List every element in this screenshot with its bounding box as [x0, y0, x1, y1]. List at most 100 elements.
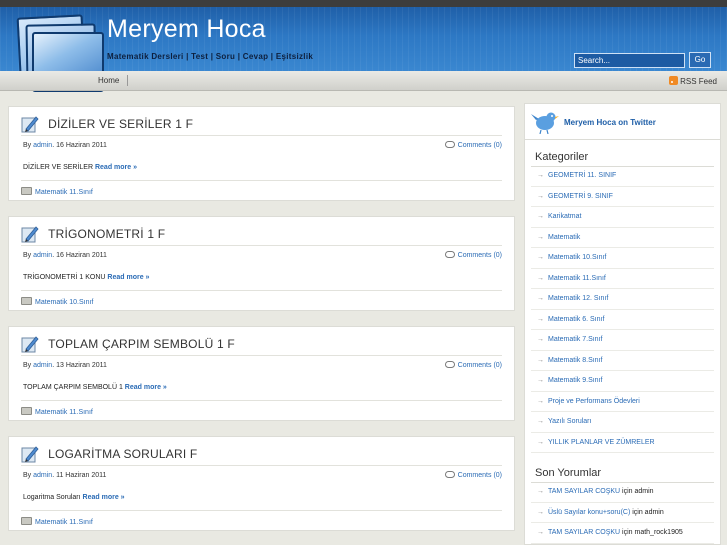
post-title[interactable]: TOPLAM ÇARPIM SEMBOLÜ 1 F	[48, 337, 235, 351]
pencil-icon	[21, 225, 39, 242]
category-item[interactable]: → Matematik 10.Sınıf	[531, 248, 714, 269]
post-category-link[interactable]: Matematik 11.Sınıf	[21, 187, 93, 196]
category-item[interactable]: → Yazılı Soruları	[531, 412, 714, 433]
post-title[interactable]: DİZİLER VE SERİLER 1 F	[48, 117, 193, 131]
category-link[interactable]: Proje ve Performans Ödevleri	[548, 398, 640, 405]
arrow-right-icon: →	[537, 488, 544, 495]
category-item[interactable]: → Matematik 6. Sınıf	[531, 310, 714, 330]
post-author-link[interactable]: admin	[33, 472, 52, 479]
comments-link[interactable]: Comments (0)	[444, 471, 502, 479]
folder-icon	[21, 297, 32, 305]
category-link[interactable]: Matematik	[548, 234, 580, 241]
category-link[interactable]: Matematik 7.Sınıf	[548, 336, 602, 343]
comments-link[interactable]: Comments (0)	[444, 361, 502, 369]
category-link[interactable]: Matematik 10.Sınıf	[548, 254, 606, 261]
post-date: 13 Haziran 2011	[56, 362, 107, 369]
category-link[interactable]: Matematik 9.Sınıf	[548, 377, 602, 384]
post-excerpt: TRİGONOMETRİ 1 KONU Read more »	[23, 274, 149, 281]
comment-bubble-icon	[444, 141, 455, 148]
post-author-link[interactable]: admin	[33, 252, 52, 259]
search-go-button[interactable]: Go	[689, 52, 711, 68]
rss-feed-link[interactable]: RSS Feed	[669, 76, 717, 87]
read-more-link[interactable]: Read more »	[125, 384, 167, 391]
post-meta: By admin. 16 Haziran 2011	[23, 252, 107, 259]
nav-home-link[interactable]: Home	[98, 75, 129, 86]
nav-bar: Home RSS Feed	[0, 71, 727, 91]
read-more-link[interactable]: Read more »	[107, 274, 149, 281]
pencil-icon	[21, 335, 39, 352]
twitter-link[interactable]: Meryem Hoca on Twitter	[564, 118, 656, 127]
category-item[interactable]: → Proje ve Performans Ödevleri	[531, 392, 714, 412]
comment-bubble-icon	[444, 471, 455, 478]
category-link[interactable]: Matematik 12. Sınıf	[548, 295, 608, 302]
post-author-link[interactable]: admin	[33, 142, 52, 149]
post-by: By	[23, 252, 32, 259]
top-strip	[0, 0, 727, 7]
pencil-icon	[21, 115, 39, 132]
post-category-link[interactable]: Matematik 11.Sınıf	[21, 517, 93, 526]
post-title[interactable]: TRİGONOMETRİ 1 F	[48, 227, 165, 241]
recent-comments-list: → TAM SAYILAR COŞKU için admin → Üslü Sayı…	[531, 482, 714, 544]
recent-comment-post-link[interactable]: TAM SAYILAR COŞKU	[548, 488, 620, 495]
post-title[interactable]: LOGARİTMA SORULARI F	[48, 447, 197, 461]
post-excerpt-text: Logaritma Soruları	[23, 494, 81, 501]
read-more-link[interactable]: Read more »	[83, 494, 125, 501]
category-link[interactable]: Matematik 6. Sınıf	[548, 316, 604, 323]
post-title-row: TOPLAM ÇARPIM SEMBOLÜ 1 F	[21, 333, 235, 353]
post-category-link[interactable]: Matematik 11.Sınıf	[21, 407, 93, 416]
category-link[interactable]: GEOMETRİ 9. SINIF	[548, 193, 613, 200]
post-date: 11 Haziran 2011	[56, 472, 107, 479]
recent-comment-text: için admin	[622, 488, 654, 495]
category-item[interactable]: → YILLIK PLANLAR VE ZÜMRELER	[531, 433, 714, 453]
divider	[21, 245, 502, 246]
category-item[interactable]: → Matematik	[531, 228, 714, 248]
post-category-label: Matematik 11.Sınıf	[35, 519, 93, 526]
comments-link[interactable]: Comments (0)	[444, 251, 502, 259]
arrow-right-icon: →	[537, 192, 544, 200]
category-item[interactable]: → GEOMETRİ 9. SINIF	[531, 187, 714, 207]
divider	[21, 180, 502, 181]
site-title[interactable]: Meryem Hoca	[107, 15, 266, 44]
category-item[interactable]: → Karikatmat	[531, 207, 714, 228]
category-item[interactable]: → Matematik 11.Sınıf	[531, 269, 714, 289]
post-excerpt: DİZİLER VE SERİLER Read more »	[23, 164, 137, 171]
post-meta: By admin. 11 Haziran 2011	[23, 472, 107, 479]
twitter-widget[interactable]: Meryem Hoca on Twitter	[525, 104, 720, 140]
arrow-right-icon: →	[537, 295, 544, 302]
pencil-icon	[21, 445, 39, 462]
rss-icon	[669, 76, 679, 85]
post-excerpt: TOPLAM ÇARPIM SEMBOLÜ 1 Read more »	[23, 384, 167, 391]
comments-link[interactable]: Comments (0)	[444, 141, 502, 149]
comment-bubble-icon	[444, 361, 455, 368]
sidebar: Meryem Hoca on Twitter Kategoriler → GEOM…	[524, 103, 721, 545]
categories-title: Kategoriler	[535, 151, 589, 163]
post-category-link[interactable]: Matematik 10.Sınıf	[21, 297, 93, 306]
comment-bubble-icon	[444, 251, 455, 258]
comments-label: Comments (0)	[457, 252, 502, 259]
post-excerpt-text: TOPLAM ÇARPIM SEMBOLÜ 1	[23, 384, 123, 391]
category-link[interactable]: Matematik 8.Sınıf	[548, 357, 602, 364]
recent-comment-post-link[interactable]: TAM SAYILAR COŞKU	[548, 529, 620, 536]
post-excerpt-text: DİZİLER VE SERİLER	[23, 164, 94, 171]
post-by: By	[23, 362, 32, 369]
post-author-link[interactable]: admin	[33, 362, 52, 369]
category-link[interactable]: Matematik 11.Sınıf	[548, 275, 606, 282]
recent-comment-post-link[interactable]: Üslü Sayılar konu+soru(C)	[548, 509, 630, 516]
category-item[interactable]: → Matematik 12. Sınıf	[531, 289, 714, 310]
comments-label: Comments (0)	[457, 142, 502, 149]
category-item[interactable]: → Matematik 8.Sınıf	[531, 351, 714, 371]
category-item[interactable]: → GEOMETRİ 11. SINIF	[531, 166, 714, 187]
category-link[interactable]: Yazılı Soruları	[548, 418, 591, 425]
read-more-link[interactable]: Read more »	[95, 164, 137, 171]
divider	[21, 355, 502, 356]
post-by: By	[23, 472, 32, 479]
site-description: Matematik Dersleri | Test | Soru | Cevap…	[107, 52, 314, 61]
category-link[interactable]: Karikatmat	[548, 213, 581, 220]
category-link[interactable]: GEOMETRİ 11. SINIF	[548, 172, 616, 179]
category-link[interactable]: YILLIK PLANLAR VE ZÜMRELER	[548, 439, 655, 446]
category-item[interactable]: → Matematik 7.Sınıf	[531, 330, 714, 351]
search-input[interactable]: Search...	[574, 53, 685, 68]
post-card: TOPLAM ÇARPIM SEMBOLÜ 1 F By admin. 13 H…	[8, 326, 515, 421]
category-item[interactable]: → Matematik 9.Sınıf	[531, 371, 714, 392]
post-card: LOGARİTMA SORULARI F By admin. 11 Hazira…	[8, 436, 515, 531]
